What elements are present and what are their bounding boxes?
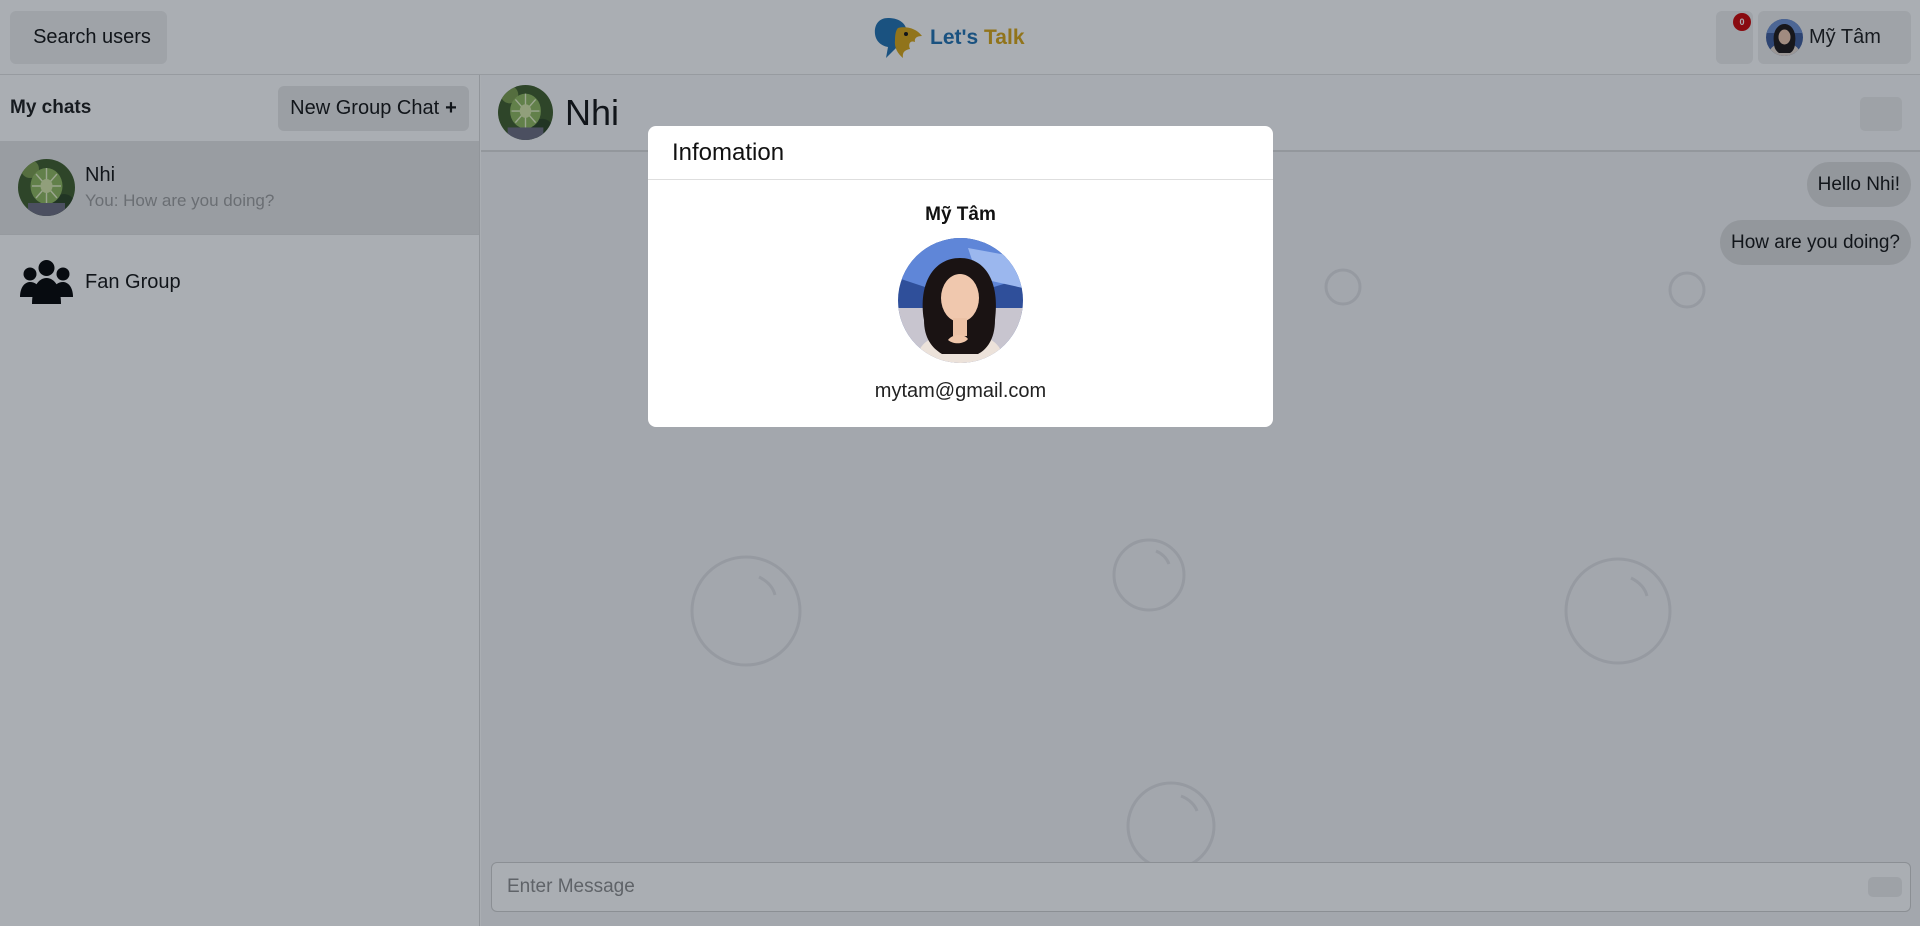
profile-photo	[898, 238, 1023, 363]
modal-user-email: mytam@gmail.com	[874, 380, 1047, 402]
profile-info-modal: Infomation Mỹ Tâm mytam@gmail.com	[648, 126, 1273, 427]
modal-body: Mỹ Tâm mytam@gmail.com	[648, 180, 1273, 403]
modal-header: Infomation	[648, 126, 1273, 180]
modal-title: Infomation	[672, 138, 785, 166]
modal-user-name: Mỹ Tâm	[925, 204, 996, 225]
